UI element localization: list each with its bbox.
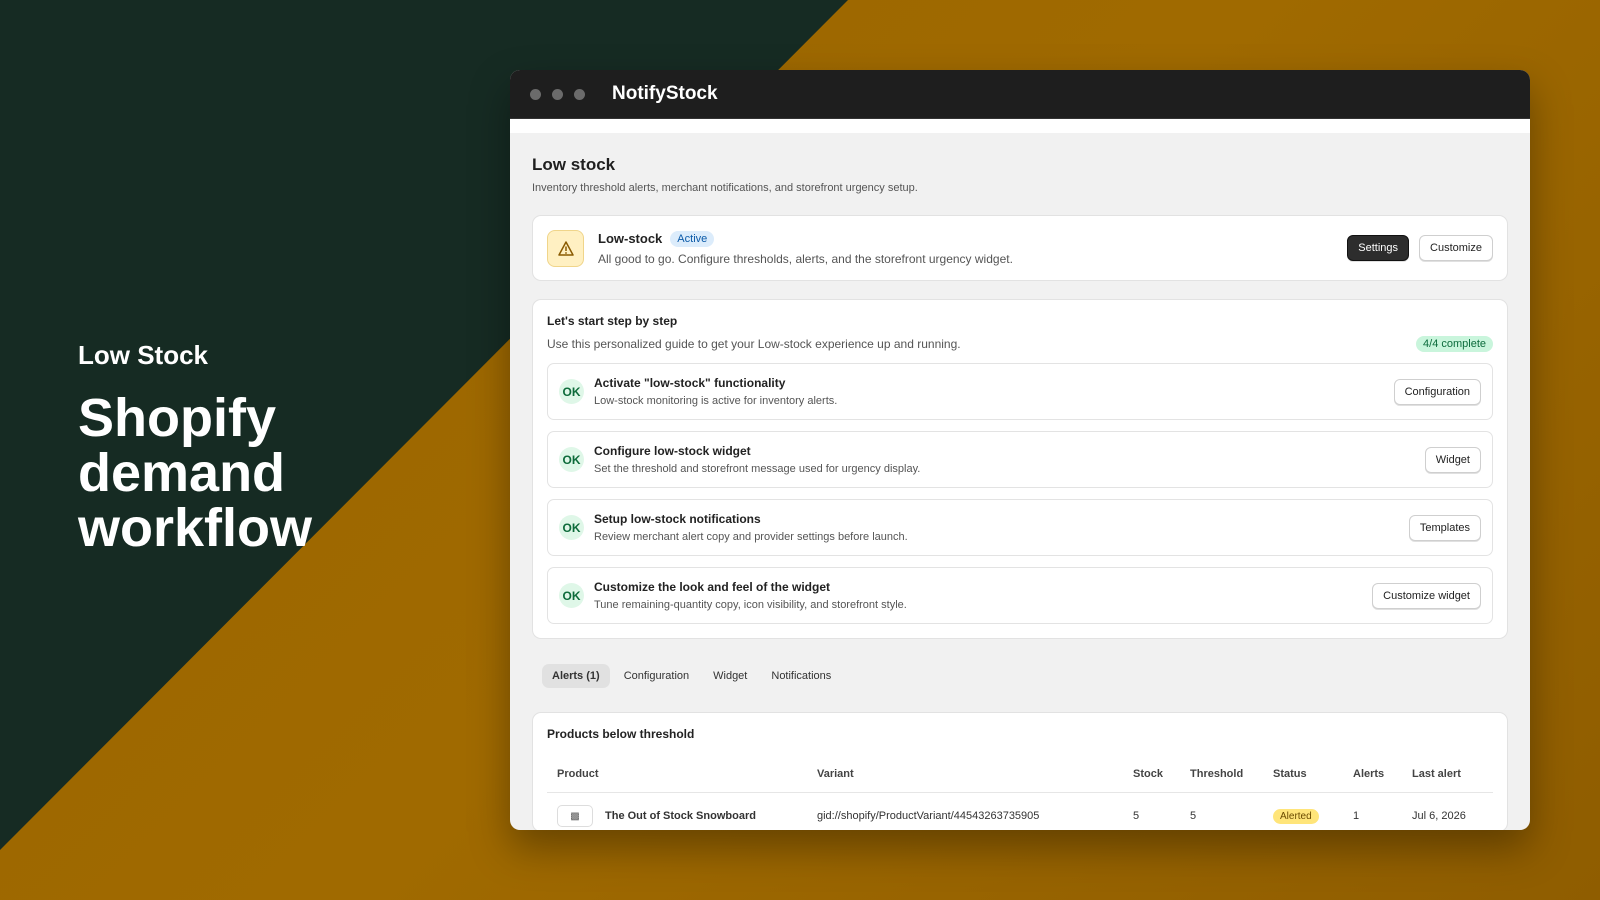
customize-button[interactable]: Customize bbox=[1419, 235, 1493, 261]
status-badge: Active bbox=[670, 230, 715, 247]
guide-header: Let's start step by step Use this person… bbox=[547, 314, 1493, 352]
step-text: Configure low-stock widget Set the thres… bbox=[594, 444, 1425, 475]
window-close-dot[interactable] bbox=[530, 88, 541, 100]
setup-guide-card: Let's start step by step Use this person… bbox=[532, 299, 1508, 639]
setup-step: OK Setup low-stock notifications Review … bbox=[547, 499, 1493, 556]
table-header-row: Product Variant Stock Threshold Status A… bbox=[547, 762, 1493, 793]
products-table: Product Variant Stock Threshold Status A… bbox=[547, 762, 1493, 830]
tab-configuration[interactable]: Configuration bbox=[614, 664, 699, 688]
step-description: Set the threshold and storefront message… bbox=[594, 463, 921, 475]
column-header-last-alert[interactable]: Last alert bbox=[1402, 762, 1493, 793]
product-thumbnail: ▩ bbox=[557, 805, 593, 827]
hero-eyebrow: Low Stock bbox=[78, 340, 209, 370]
configuration-button[interactable]: Configuration bbox=[1393, 378, 1481, 405]
window-titlebar: NotifyStock bbox=[510, 70, 1530, 119]
hero-title: Shopify demand workflow bbox=[78, 388, 313, 558]
guide-title: Let's start step by step bbox=[547, 314, 678, 328]
product-cell: ▩ The Out of Stock Snowboard bbox=[557, 805, 797, 827]
column-header-threshold[interactable]: Threshold bbox=[1180, 762, 1263, 793]
cell-product: ▩ The Out of Stock Snowboard bbox=[547, 793, 807, 831]
hero: Low Stock Shopify demand workflow bbox=[78, 340, 398, 556]
setup-step: OK Configure low-stock widget Set the th… bbox=[547, 431, 1493, 488]
step-title: Setup low-stock notifications bbox=[594, 512, 761, 526]
step-complete-badge: OK bbox=[559, 515, 584, 540]
column-header-alerts[interactable]: Alerts bbox=[1343, 762, 1402, 793]
column-header-status[interactable]: Status bbox=[1263, 762, 1343, 793]
cell-stock: 5 bbox=[1133, 810, 1140, 822]
cell-variant: gid://shopify/ProductVariant/44543263735… bbox=[817, 810, 1040, 822]
page-title: Low stock bbox=[532, 155, 616, 174]
status-line: Low-stock Active bbox=[598, 230, 1347, 247]
tab-bar: Alerts (1) Configuration Widget Notifica… bbox=[532, 664, 1508, 688]
status-card: Low-stock Active All good to go. Configu… bbox=[532, 215, 1508, 281]
setup-step: OK Activate "low-stock" functionality Lo… bbox=[547, 363, 1493, 420]
step-title: Configure low-stock widget bbox=[594, 444, 751, 458]
customize-widget-button[interactable]: Customize widget bbox=[1372, 582, 1481, 609]
step-complete-badge: OK bbox=[559, 447, 584, 472]
product-name[interactable]: The Out of Stock Snowboard bbox=[605, 810, 756, 822]
progress-badge: 4/4 complete bbox=[1416, 336, 1493, 352]
step-text: Customize the look and feel of the widge… bbox=[594, 580, 1372, 611]
guide-subtitle: Use this personalized guide to get your … bbox=[547, 337, 961, 351]
app-name: NotifyStock bbox=[612, 83, 718, 104]
templates-button[interactable]: Templates bbox=[1408, 514, 1481, 541]
app-window: NotifyStock Low stock Inventory threshol… bbox=[510, 70, 1530, 830]
tab-notifications[interactable]: Notifications bbox=[761, 664, 841, 688]
main-content: Low stock Inventory threshold alerts, me… bbox=[510, 133, 1530, 830]
cell-status: Alerted bbox=[1263, 793, 1343, 831]
top-strip bbox=[510, 119, 1530, 133]
column-header-variant[interactable]: Variant bbox=[807, 762, 1123, 793]
cell-threshold: 5 bbox=[1190, 810, 1197, 822]
step-description: Review merchant alert copy and provider … bbox=[594, 531, 908, 543]
settings-button[interactable]: Settings bbox=[1347, 235, 1410, 261]
step-description: Low-stock monitoring is active for inven… bbox=[594, 395, 838, 407]
table-title: Products below threshold bbox=[547, 727, 695, 741]
tab-alerts[interactable]: Alerts (1) bbox=[542, 664, 610, 688]
step-title: Customize the look and feel of the widge… bbox=[594, 580, 831, 594]
step-text: Activate "low-stock" functionality Low-s… bbox=[594, 376, 1394, 407]
setup-step: OK Customize the look and feel of the wi… bbox=[547, 567, 1493, 624]
window-minimize-dot[interactable] bbox=[552, 88, 563, 100]
column-header-product[interactable]: Product bbox=[547, 762, 807, 793]
guide-heading: Let's start step by step Use this person… bbox=[547, 314, 961, 351]
status-description: All good to go. Configure thresholds, al… bbox=[598, 251, 1013, 266]
page-subtitle: Inventory threshold alerts, merchant not… bbox=[532, 182, 918, 194]
step-title: Activate "low-stock" functionality bbox=[594, 376, 786, 390]
status-name: Low-stock bbox=[598, 231, 663, 246]
cell-alerts: 1 bbox=[1353, 810, 1360, 822]
column-header-stock[interactable]: Stock bbox=[1123, 762, 1180, 793]
step-description: Tune remaining-quantity copy, icon visib… bbox=[594, 599, 907, 611]
step-complete-badge: OK bbox=[559, 583, 584, 608]
status-alerted-badge: Alerted bbox=[1273, 809, 1319, 824]
window-maximize-dot[interactable] bbox=[574, 88, 585, 100]
warning-icon bbox=[547, 229, 584, 267]
status-text: Low-stock Active All good to go. Configu… bbox=[598, 230, 1347, 266]
step-complete-badge: OK bbox=[559, 379, 584, 404]
products-table-card: Products below threshold Product Variant… bbox=[532, 712, 1508, 830]
tab-widget[interactable]: Widget bbox=[703, 664, 757, 688]
widget-button[interactable]: Widget bbox=[1424, 446, 1481, 473]
cell-last-alert: Jul 6, 2026 bbox=[1412, 810, 1466, 822]
step-text: Setup low-stock notifications Review mer… bbox=[594, 512, 1409, 543]
table-row[interactable]: ▩ The Out of Stock Snowboard gid://shopi… bbox=[547, 793, 1493, 831]
